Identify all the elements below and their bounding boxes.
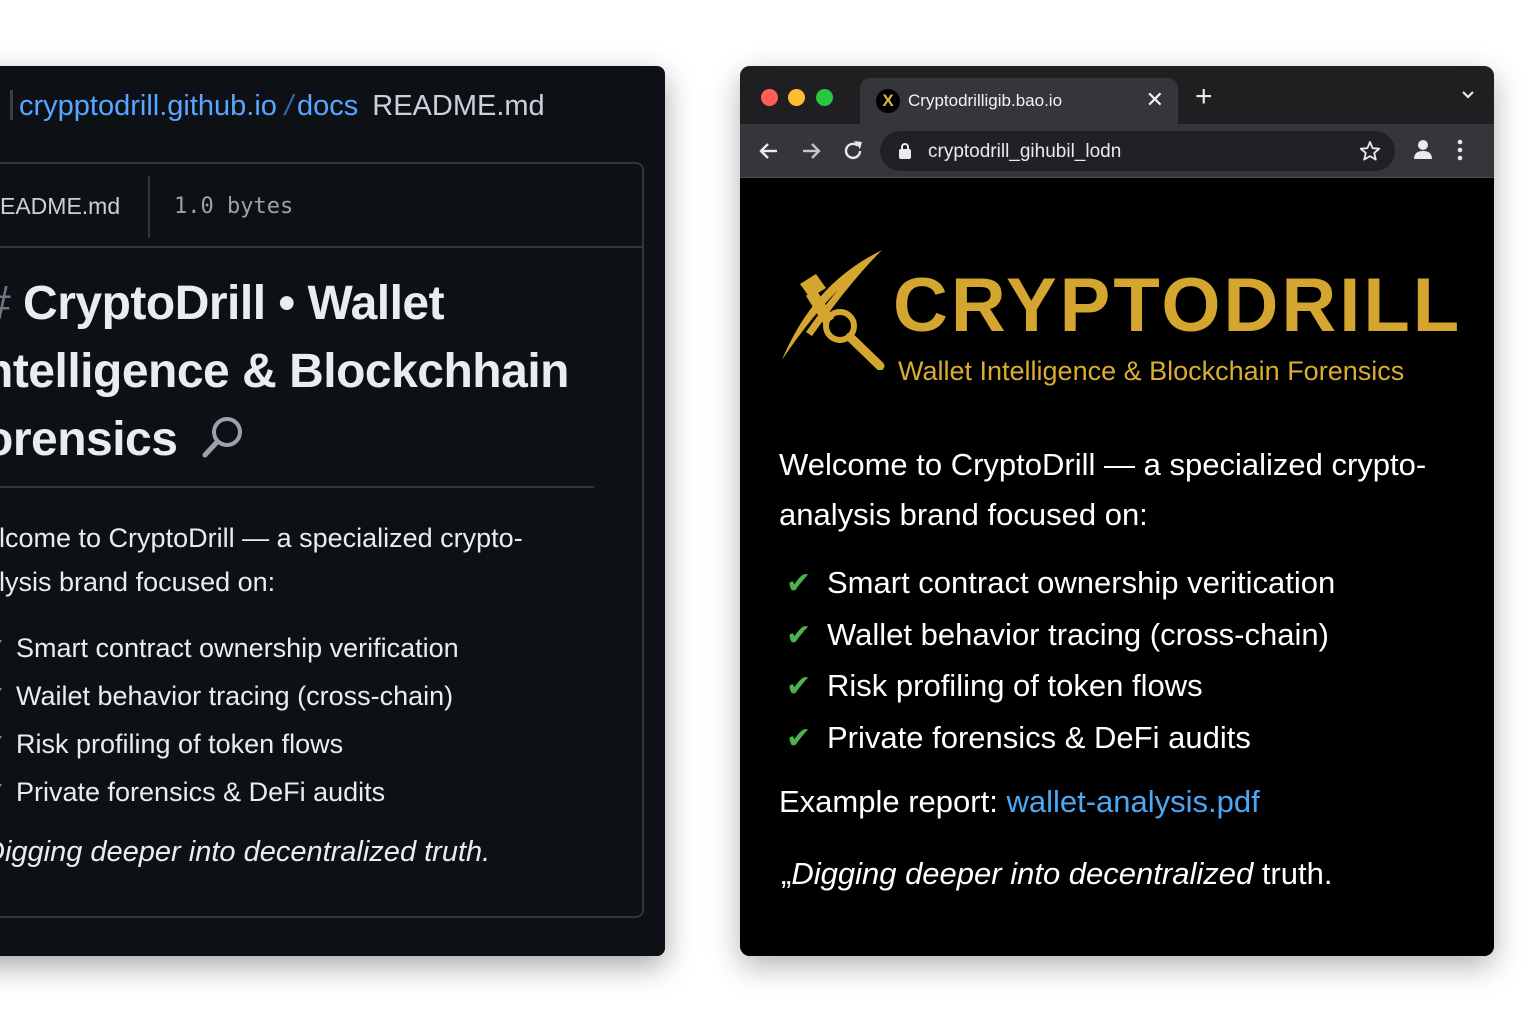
checkmark-icon: ✔: [786, 567, 812, 600]
page-quote: „Digging deeper into decentralized truth…: [781, 856, 1332, 892]
breadcrumb-separator: /: [284, 90, 293, 122]
magnifier-icon: [200, 412, 246, 480]
list-item-text: Wallet behavior tracing (cross-chain): [827, 616, 1329, 652]
address-bar[interactable]: cryptodrill_gihubil_lodn: [880, 131, 1395, 171]
file-header: EADME.md 1.0 bytes: [0, 164, 642, 248]
readme-feature-list: ✓Smart contract ownership verification ✓…: [0, 624, 459, 816]
list-item-text: Smart contract ownership veritication: [827, 565, 1336, 600]
feature-list: ✔ Smart contract ownership veritication ✔…: [786, 557, 1335, 763]
example-report: Example report: wallet-analysis.pdf: [779, 784, 1260, 820]
list-item-text: Risk profiling of token flows: [16, 729, 344, 759]
browser-window: X Cryptodrilligib.bao.io ✕ + cryptodrill…: [740, 66, 1494, 956]
window-minimize-button[interactable]: [788, 89, 805, 106]
list-item-text: Private forensics & DeFi audits: [16, 777, 386, 807]
quote-rest-text: truth.: [1253, 856, 1333, 891]
pickaxe-magnifier-logo-icon: [776, 244, 892, 375]
close-icon[interactable]: ✕: [1146, 87, 1164, 113]
file-viewer: EADME.md 1.0 bytes # CryptoDrill • Walle…: [0, 162, 644, 918]
plus-icon[interactable]: +: [1195, 82, 1213, 112]
check-icon: ✓: [0, 720, 16, 768]
checkmark-icon: ✔: [786, 618, 812, 652]
readme-quote: Digging deeper into decentralized truth.: [0, 836, 491, 868]
list-item-text: Risk profiling of token flows: [827, 668, 1203, 703]
file-name: EADME.md: [0, 193, 121, 219]
heading-hash: #: [0, 277, 11, 330]
person-icon[interactable]: [1412, 138, 1434, 167]
list-item: ✓Risk profiling of token flows: [0, 720, 459, 768]
quote-italic-text: Digging deeper into decentralized: [791, 856, 1254, 891]
brand-tagline: Wallet Intelligence & Blockchain Forensi…: [898, 356, 1405, 386]
url-text[interactable]: cryptodrill_gihubil_lodn: [928, 141, 1121, 163]
tab-title: Cryptodrilligib.bao.io: [908, 91, 1063, 110]
breadcrumb-divider: [10, 90, 13, 120]
arrow-right-icon[interactable]: [798, 138, 824, 164]
list-item: ✓Wailet behavior tracing (cross-chain): [0, 672, 459, 720]
report-link[interactable]: wallet-analysis.pdf: [1006, 784, 1259, 819]
window-close-button[interactable]: [761, 89, 778, 106]
browser-tab[interactable]: X Cryptodrilligib.bao.io ✕: [860, 78, 1178, 124]
list-item-text: Private forensics & DeFi audits: [827, 719, 1251, 755]
report-label: Example report:: [779, 784, 998, 819]
favicon-icon: X: [876, 89, 900, 113]
checkmark-icon: ✔: [786, 670, 812, 703]
breadcrumb: crypptodrill.github.io / docs README.md: [10, 90, 545, 123]
readme-intro: elcome to CryptoDrill — a specialized cr…: [0, 523, 523, 597]
list-item: ✔ Wallet behavior tracing (cross-chain): [786, 609, 1335, 661]
window-maximize-button[interactable]: [816, 89, 833, 106]
lock-icon: [898, 142, 912, 165]
browser-toolbar: cryptodrill_gihubil_lodn: [740, 124, 1494, 178]
list-item-text: Smart contract ownership verification: [16, 633, 459, 663]
kebab-menu-icon[interactable]: [1456, 138, 1464, 167]
check-icon: ✓: [0, 624, 16, 672]
list-item: ✔ Smart contract ownership veritication: [786, 557, 1335, 609]
chevron-down-icon[interactable]: [1460, 88, 1476, 106]
file-header-divider: [148, 176, 150, 238]
repo-readme-window: crypptodrill.github.io / docs README.md EAD…: [0, 66, 665, 956]
file-size: 1.0 bytes: [174, 194, 294, 219]
quote-mark: „: [781, 856, 792, 891]
check-icon: ✓: [0, 768, 16, 816]
checkmark-icon: ✔: [786, 721, 812, 755]
breadcrumb-repo-link[interactable]: crypptodrill.github.io: [19, 90, 277, 122]
list-item-text: Wailet behavior tracing (cross-chain): [16, 681, 454, 711]
arrow-left-icon[interactable]: [756, 138, 782, 164]
list-item: ✓Private forensics & DeFi audits: [0, 768, 459, 816]
star-icon[interactable]: [1359, 140, 1381, 167]
list-item: ✔ Private forensics & DeFi audits: [786, 712, 1335, 764]
heading-rule: [0, 486, 594, 488]
list-item: ✓Smart contract ownership verification: [0, 624, 459, 672]
brand-name: CRYPTODRILL: [893, 263, 1463, 348]
breadcrumb-folder-link[interactable]: docs: [297, 90, 358, 122]
list-item: ✔ Risk profiling of token flows: [786, 660, 1335, 712]
breadcrumb-file: README.md: [372, 90, 545, 122]
readme-heading: # CryptoDrill • Wallet ntelligence & Blo…: [0, 270, 624, 480]
page-intro: Welcome to CryptoDrill — a specialized c…: [779, 447, 1427, 532]
check-icon: ✓: [0, 672, 16, 720]
web-page: CRYPTODRILL Wallet Intelligence & Blockc…: [740, 178, 1494, 956]
heading-text: CryptoDrill • Wallet ntelligence & Block…: [0, 277, 569, 466]
reload-icon[interactable]: [840, 138, 866, 164]
tab-strip: X Cryptodrilligib.bao.io ✕ +: [740, 66, 1494, 124]
